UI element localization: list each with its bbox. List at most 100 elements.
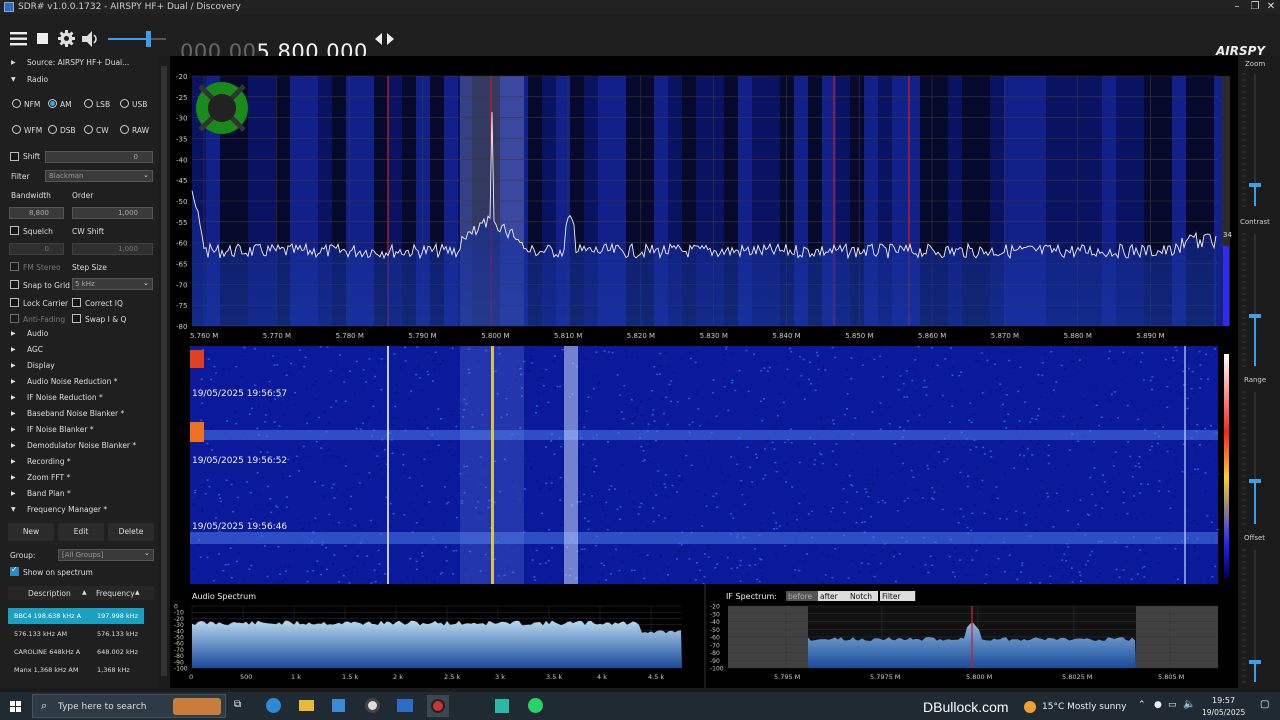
mode-radio-dsb[interactable] xyxy=(48,125,57,134)
column-header-description[interactable]: Description xyxy=(28,589,71,598)
section-label: Display xyxy=(27,361,55,370)
squelch-label: Squelch xyxy=(23,227,53,236)
task-view-icon[interactable]: ⧉ xyxy=(234,699,241,710)
step-size-select[interactable]: 5 kHz xyxy=(72,278,153,290)
waterfall-plot[interactable]: 19/05/2025 19:56:57 19/05/2025 19:56:52 19… xyxy=(170,346,1238,586)
clock-time[interactable]: 19:57 xyxy=(1212,696,1235,705)
gear-icon[interactable] xyxy=(58,30,75,47)
section-row[interactable]: ▶ Audio Noise Reduction * xyxy=(0,375,158,389)
row-frequency: 197.998 kHz xyxy=(97,612,139,620)
volume-slider[interactable] xyxy=(106,26,168,52)
mode-radio-wfm[interactable] xyxy=(12,125,21,134)
volume-icon[interactable]: 🔈 xyxy=(1183,699,1195,710)
order-input[interactable]: 1,000 xyxy=(72,207,153,219)
clock-date[interactable]: 19/05/2025 xyxy=(1202,708,1245,717)
mode-label: RAW xyxy=(132,126,150,135)
freq-tick-label: 5.840 M xyxy=(772,332,800,340)
snap-to-grid-checkbox[interactable] xyxy=(10,280,19,289)
squelch-input[interactable]: 0 xyxy=(9,243,64,255)
row-description: BBC4 198.638 kHz A xyxy=(14,612,82,620)
column-header-frequency[interactable]: Frequency xyxy=(96,589,135,598)
search-box[interactable]: ⌕ Type here to search xyxy=(32,694,226,718)
mode-radio-raw[interactable] xyxy=(120,125,129,134)
db-tick-label: -65 xyxy=(176,261,187,269)
network-icon[interactable]: ▭ xyxy=(1168,700,1177,710)
mail-icon[interactable] xyxy=(332,699,345,712)
chevron-up-icon[interactable]: ⌃ xyxy=(1138,700,1146,710)
weather-text[interactable]: 15°C Mostly sunny xyxy=(1042,702,1126,712)
section-row[interactable]: ▶ AGC xyxy=(0,343,158,357)
table-row[interactable]: Manx 1,368 kHz AM 1,368 kHz xyxy=(8,662,144,678)
mode-label: USB xyxy=(132,100,148,109)
app-red-icon[interactable] xyxy=(431,699,445,713)
if-spectrum-panel[interactable]: IF Spectrum: before after Notch Filter -20 -30… xyxy=(706,584,1238,688)
section-row[interactable]: ▶ IF Noise Reduction * xyxy=(0,391,158,405)
app-teal-icon[interactable] xyxy=(495,699,509,713)
section-row[interactable]: ▶ Recording * xyxy=(0,455,158,469)
app-circle-icon[interactable] xyxy=(365,698,380,713)
edit-button[interactable]: Edit xyxy=(58,523,104,541)
audio-freq-label: 1.5 k xyxy=(342,673,358,681)
mode-radio-usb[interactable] xyxy=(120,99,129,108)
collapse-arrow-icon: ▼ xyxy=(11,506,16,513)
show-on-spectrum-checkbox[interactable] xyxy=(10,565,19,576)
waterfall-panel[interactable]: 19/05/2025 19:56:57 19/05/2025 19:56:52 19… xyxy=(170,346,1238,586)
microphone-icon[interactable]: ● xyxy=(1154,700,1162,710)
expand-arrow-icon: ▶ xyxy=(11,490,16,497)
if-db-label: -30 xyxy=(710,611,720,618)
section-row[interactable]: ▶ Audio xyxy=(0,327,158,341)
group-select[interactable]: [All Groups] xyxy=(58,549,154,561)
filter-select[interactable]: Blackman xyxy=(45,170,153,182)
fm-stereo-checkbox[interactable] xyxy=(10,262,19,271)
table-row[interactable]: 576.133 kHz AM 576.133 kHz xyxy=(8,626,144,642)
mode-radio-lsb[interactable] xyxy=(84,99,93,108)
table-row[interactable]: CAROLINE 648kHz A 648.002 kHz xyxy=(8,644,144,660)
shift-checkbox[interactable] xyxy=(10,152,19,161)
lock-carrier-checkbox[interactable] xyxy=(10,298,19,307)
delete-button[interactable]: Delete xyxy=(108,523,154,541)
swap-iq-checkbox[interactable] xyxy=(72,314,81,323)
shift-label: Shift xyxy=(23,152,41,161)
bandwidth-input[interactable]: 8,800 xyxy=(9,207,64,219)
notifications-icon[interactable]: ▢ xyxy=(1260,699,1269,710)
stop-icon[interactable] xyxy=(37,33,49,45)
section-row[interactable]: ▶ Baseband Noise Blanker * xyxy=(0,407,158,421)
shift-input[interactable]: 0 xyxy=(45,151,153,163)
section-row[interactable]: ▶ Demodulator Noise Blanker * xyxy=(0,439,158,453)
whatsapp-icon[interactable] xyxy=(528,698,543,713)
left-panel-scrollbar[interactable] xyxy=(158,56,170,688)
section-row[interactable]: ▶ Zoom FFT * xyxy=(0,471,158,485)
mode-radio-nfm[interactable] xyxy=(12,99,21,108)
sdrsharp-icon[interactable] xyxy=(397,699,413,712)
source-row[interactable]: ▶ Source: AIRSPY HF+ Dual... xyxy=(0,56,158,70)
spectrum-plot[interactable]: -20-25-30-35-40-45-50-55-60-65-70-75-805… xyxy=(170,56,1238,346)
speaker-icon[interactable] xyxy=(82,31,100,47)
file-explorer-icon[interactable] xyxy=(299,700,314,711)
freq-tick-label: 5.850 M xyxy=(845,332,873,340)
slider-tracks xyxy=(1242,73,1261,683)
db-tick-label: -80 xyxy=(176,323,187,331)
menu-icon[interactable] xyxy=(10,32,28,46)
section-label: Zoom FFT * xyxy=(27,473,71,482)
anti-fading-checkbox[interactable] xyxy=(10,314,19,323)
section-row[interactable]: ▶ Display xyxy=(0,359,158,373)
radio-section-header[interactable]: ▼ Radio xyxy=(0,73,158,87)
section-row[interactable]: ▶ Band Plan * xyxy=(0,487,158,501)
correct-iq-checkbox[interactable] xyxy=(72,298,81,307)
edge-icon[interactable] xyxy=(266,698,281,713)
db-tick-label: -45 xyxy=(176,177,187,185)
audio-spectrum-panel[interactable]: Audio Spectrum 0 -10 -20 -30 -40 -50 -60 -70 -80-… xyxy=(170,584,704,688)
section-row[interactable]: ▼ Frequency Manager * xyxy=(0,503,158,517)
cwshift-input[interactable]: 1,000 xyxy=(72,243,153,255)
windows-start-icon[interactable] xyxy=(10,701,21,712)
new-button[interactable]: New xyxy=(8,523,54,541)
spectrum-panel[interactable]: -20 -25 -30 -35 -40 -45 -50 -55 -60 -65 -70 -75 -80 5… xyxy=(170,56,1238,346)
tuning-arrows-icon[interactable] xyxy=(375,33,395,45)
section-label: Frequency Manager * xyxy=(27,505,108,514)
section-row[interactable]: ▶ IF Noise Blanker * xyxy=(0,423,158,437)
table-row[interactable]: BBC4 198.638 kHz A 197.998 kHz xyxy=(8,608,144,624)
mode-radio-am[interactable] xyxy=(48,99,57,108)
close-button[interactable]: ✕ xyxy=(1260,0,1280,14)
mode-radio-cw[interactable] xyxy=(84,125,93,134)
squelch-checkbox[interactable] xyxy=(10,226,19,235)
